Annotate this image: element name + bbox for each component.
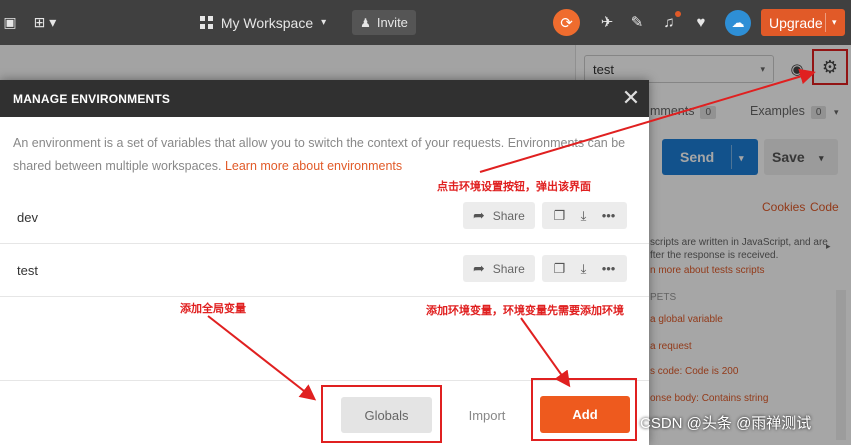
add-annotation: 添加环境变量，环境变量先需要添加环境 xyxy=(426,305,624,317)
annotation-arrow xyxy=(479,68,816,173)
globals-annotation: 添加全局变量 xyxy=(180,303,246,315)
annotation-arrows xyxy=(207,68,816,401)
watermark: CSDN @头条 @雨禅测试 xyxy=(640,415,812,432)
settings-annotation: 点击环境设置按钮，弹出该界面 xyxy=(437,181,591,193)
annotation-arrow xyxy=(207,315,317,401)
annotation-arrow xyxy=(520,317,571,388)
